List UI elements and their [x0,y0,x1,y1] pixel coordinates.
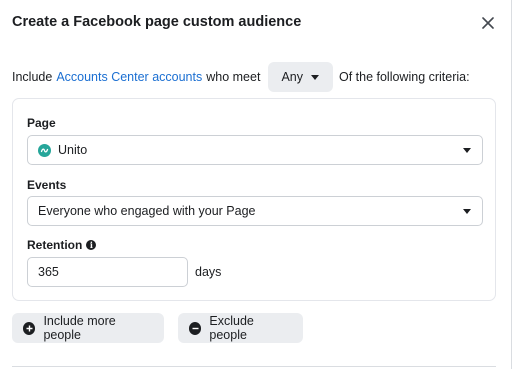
exclude-people-label: Exclude people [209,314,254,342]
caret-down-icon [463,208,471,214]
page-label: Page [27,116,56,130]
retention-label-group: Retention i [27,238,97,252]
criteria-sentence: Include Accounts Center accounts who mee… [12,62,470,92]
divider [12,366,496,367]
criteria-middle: who meet [206,70,261,84]
include-more-people-label: Include more people [43,314,116,342]
retention-unit: days [195,265,222,279]
match-type-dropdown[interactable]: Any [268,62,333,92]
page-select[interactable]: Unito [27,135,483,165]
include-more-people-button[interactable]: Include more people [12,313,164,343]
caret-down-icon [310,74,319,80]
dialog-title: Create a Facebook page custom audience [12,14,302,30]
close-icon [482,17,494,29]
match-type-value: Any [281,70,303,84]
events-select-value: Everyone who engaged with your Page [38,204,256,218]
retention-input[interactable]: 365 [27,257,188,287]
exclude-people-button[interactable]: Exclude people [178,313,303,343]
criteria-prefix: Include [12,70,53,84]
info-icon[interactable]: i [86,240,97,250]
events-select[interactable]: Everyone who engaged with your Page [27,196,483,226]
caret-down-icon [463,147,471,153]
events-label: Events [27,178,67,192]
minus-circle-icon [189,321,202,335]
custom-audience-dialog: Create a Facebook page custom audience I… [0,0,512,369]
unito-logo-icon [38,143,51,157]
close-button[interactable] [478,13,498,33]
plus-circle-icon [23,321,36,335]
accounts-center-link[interactable]: Accounts Center accounts [56,70,202,84]
retention-label: Retention [27,238,83,252]
criteria-suffix: Of the following criteria: [338,70,470,84]
page-select-value: Unito [58,143,88,157]
retention-value: 365 [38,265,59,279]
